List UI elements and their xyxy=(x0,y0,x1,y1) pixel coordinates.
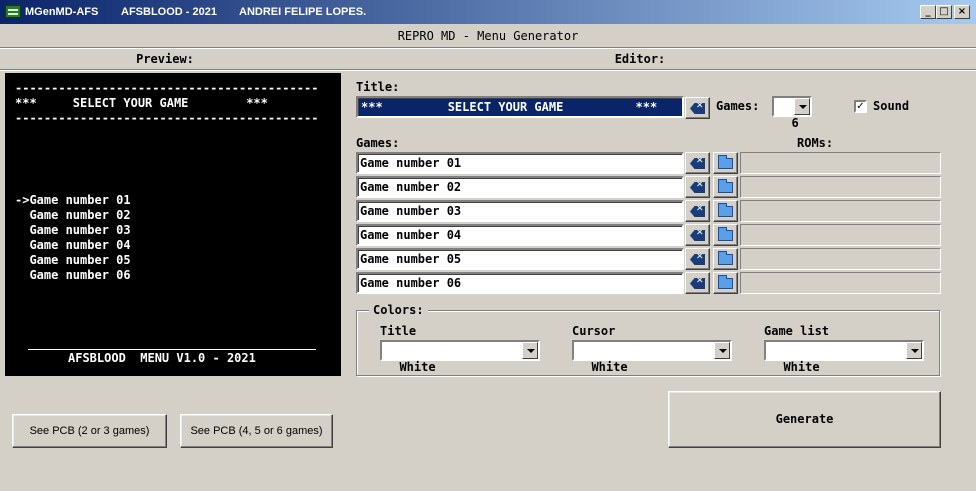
see-pcb-4-6-button[interactable]: See PCB (4, 5 or 6 games) xyxy=(180,414,333,448)
rom-path-field xyxy=(740,200,941,222)
rom-path-field xyxy=(740,152,941,174)
title-color-label: Title xyxy=(380,324,417,338)
clear-game-button[interactable] xyxy=(685,152,710,174)
game-name-input[interactable]: Game number 01 xyxy=(356,152,684,174)
window-title-credit: AFSBLOOD - 2021 xyxy=(121,6,217,18)
clear-game-button[interactable] xyxy=(685,224,710,246)
preview-title: *** SELECT YOUR GAME *** xyxy=(15,96,268,110)
folder-icon xyxy=(718,155,733,169)
cursor-color-value: White xyxy=(591,360,628,374)
cursor-color-label: Cursor xyxy=(572,324,616,338)
clear-title-button[interactable] xyxy=(685,97,710,119)
clear-icon xyxy=(690,230,705,241)
open-rom-button[interactable] xyxy=(713,152,738,174)
preview-menu-item: Game number 02 xyxy=(15,208,131,222)
gamelist-color-select[interactable]: White xyxy=(764,340,924,374)
colors-group-label: Colors: xyxy=(369,303,428,317)
editor-header: Editor: xyxy=(614,52,666,66)
game-name-input[interactable]: Game number 05 xyxy=(356,248,684,270)
generate-button[interactable]: Generate xyxy=(668,391,941,448)
clear-icon xyxy=(690,158,705,169)
preview-footer: AFSBLOOD MENU V1.0 - 2021 xyxy=(68,351,256,365)
games-count-label: Games: xyxy=(716,99,760,113)
preview-dashes-top: ----------------------------------------… xyxy=(15,81,319,95)
header-divider xyxy=(0,69,976,70)
title-color-value: White xyxy=(399,360,436,374)
clear-game-button[interactable] xyxy=(685,248,710,270)
window-title-app: MGenMD-AFS xyxy=(25,6,99,18)
clear-game-button[interactable] xyxy=(685,200,710,222)
folder-icon xyxy=(718,203,733,217)
open-rom-button[interactable] xyxy=(713,272,738,294)
open-rom-button[interactable] xyxy=(713,176,738,198)
title-label: Title: xyxy=(356,80,400,94)
game-name-input[interactable]: Game number 02 xyxy=(356,176,684,198)
preview-menu-item: Game number 05 xyxy=(15,253,131,267)
clear-icon xyxy=(690,254,705,265)
gamelist-color-label: Game list xyxy=(764,324,830,338)
clear-icon xyxy=(690,182,705,193)
window-title-author: ANDREI FELIPE LOPES. xyxy=(239,6,367,18)
see-pcb-2-3-button[interactable]: See PCB (2 or 3 games) xyxy=(12,414,167,448)
preview-dashes-bottom: ----------------------------------------… xyxy=(15,111,319,125)
folder-icon xyxy=(718,275,733,289)
folder-icon xyxy=(718,227,733,241)
chevron-down-icon[interactable] xyxy=(714,342,730,359)
chevron-down-icon[interactable] xyxy=(794,98,810,115)
preview-footer-rule xyxy=(28,349,316,350)
maximize-button[interactable]: □ xyxy=(936,5,952,19)
game-name-input[interactable]: Game number 03 xyxy=(356,200,684,222)
clear-icon xyxy=(690,278,705,289)
clear-game-button[interactable] xyxy=(685,176,710,198)
games-label: Games: xyxy=(356,136,400,150)
rom-path-field xyxy=(740,248,941,270)
sound-checkbox[interactable]: ✓ xyxy=(854,100,867,113)
open-rom-button[interactable] xyxy=(713,200,738,222)
preview-menu-item: Game number 04 xyxy=(15,238,131,252)
preview-menu-item: ->Game number 01 xyxy=(15,193,131,207)
game-name-input[interactable]: Game number 06 xyxy=(356,272,684,294)
open-rom-button[interactable] xyxy=(713,224,738,246)
folder-icon xyxy=(718,251,733,265)
rom-path-field xyxy=(740,272,941,294)
clear-game-button[interactable] xyxy=(685,272,710,294)
window-titlebar[interactable]: MGenMD-AFS AFSBLOOD - 2021 ANDREI FELIPE… xyxy=(0,0,976,24)
rom-path-field xyxy=(740,176,941,198)
preview-menu-item: Game number 03 xyxy=(15,223,131,237)
preview-menu-item: Game number 06 xyxy=(15,268,131,282)
games-count-value: 6 xyxy=(791,116,799,130)
chevron-down-icon[interactable] xyxy=(906,342,922,359)
clear-icon xyxy=(690,206,705,217)
title-color-select[interactable]: White xyxy=(380,340,540,374)
title-input[interactable]: *** SELECT YOUR GAME *** xyxy=(356,96,684,118)
app-icon xyxy=(5,5,21,18)
gamelist-color-value: White xyxy=(783,360,820,374)
rom-path-field xyxy=(740,224,941,246)
close-button[interactable]: × xyxy=(954,5,970,19)
open-rom-button[interactable] xyxy=(713,248,738,270)
game-name-input[interactable]: Game number 04 xyxy=(356,224,684,246)
sound-label: Sound xyxy=(873,99,910,113)
menu-preview: ----------------------------------------… xyxy=(5,73,341,376)
app-subtitle: REPRO MD - Menu Generator xyxy=(0,24,976,48)
preview-header: Preview: xyxy=(136,52,194,66)
minimize-button[interactable]: _ xyxy=(920,5,936,19)
roms-label: ROMs: xyxy=(797,136,834,150)
folder-icon xyxy=(718,179,733,193)
cursor-color-select[interactable]: White xyxy=(572,340,732,374)
chevron-down-icon[interactable] xyxy=(522,342,538,359)
clear-icon xyxy=(690,103,705,114)
games-count-select[interactable]: 6 xyxy=(772,96,812,130)
